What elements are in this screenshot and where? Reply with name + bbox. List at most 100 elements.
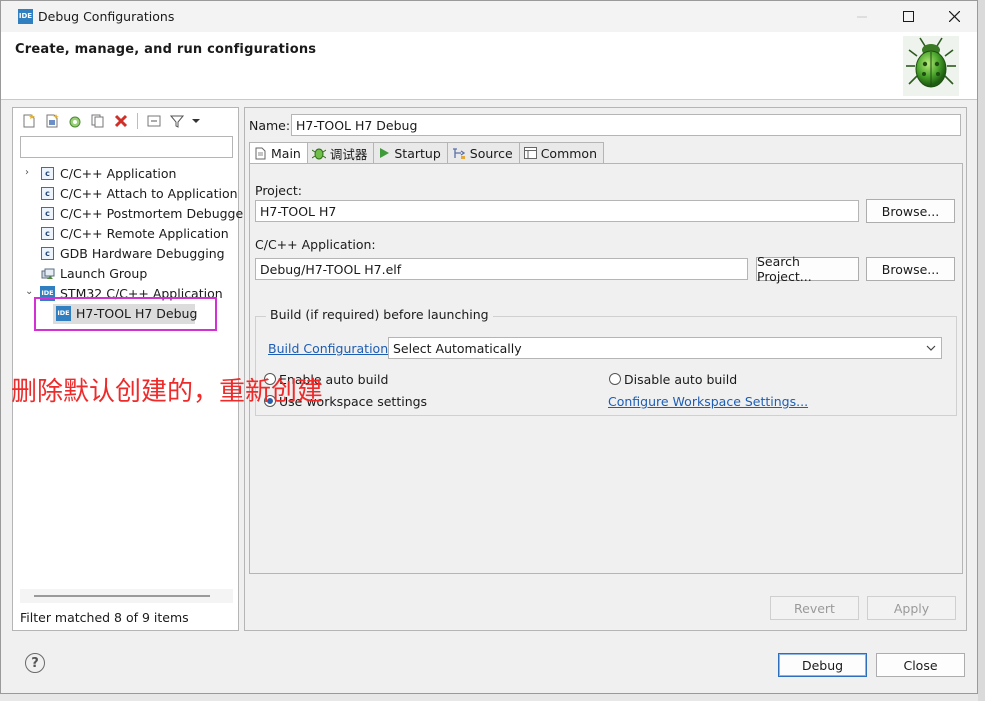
main-tab-icon (255, 147, 266, 160)
filter-input[interactable] (20, 136, 233, 158)
scrollbar-thumb[interactable] (34, 595, 210, 597)
tree-item-label: GDB Hardware Debugging (60, 246, 225, 261)
minimize-button[interactable] (839, 1, 885, 32)
tree-item-cpp-attach[interactable]: c C/C++ Attach to Application (13, 184, 238, 204)
editor-tabs: Main 调试器 Startup Source Common (249, 142, 605, 164)
tab-source[interactable]: Source (446, 142, 520, 163)
filter-status-text: Filter matched 8 of 9 items (20, 610, 189, 625)
c-icon: c (41, 167, 54, 180)
new-config-icon (23, 114, 35, 128)
build-configuration-select[interactable]: Select Automatically (388, 337, 942, 359)
disable-auto-build-label: Disable auto build (624, 372, 738, 387)
minimize-icon (857, 16, 867, 17)
dialog-header: Create, manage, and run configurations (1, 32, 977, 100)
debugger-icon (311, 148, 326, 159)
background-window-edge (978, 0, 985, 701)
chevron-down-icon (192, 119, 200, 123)
configure-workspace-settings-link[interactable]: Configure Workspace Settings... (608, 394, 808, 409)
tree-item-label: Launch Group (60, 266, 148, 281)
browse-application-button[interactable]: Browse... (866, 257, 955, 281)
close-button[interactable]: Close (876, 653, 965, 677)
tab-debugger[interactable]: 调试器 (306, 142, 375, 163)
tree-item-label: C/C++ Remote Application (60, 226, 229, 241)
close-icon (948, 11, 960, 22)
header-text: Create, manage, and run configurations (15, 42, 317, 57)
launch-group-icon (41, 268, 55, 279)
name-input[interactable]: H7-TOOL H7 Debug (291, 114, 961, 136)
configuration-list-panel: › c C/C++ Application c C/C++ Attach to … (12, 107, 243, 631)
startup-icon (380, 148, 390, 158)
chevron-right-icon[interactable]: › (25, 168, 35, 178)
cpp-application-input[interactable]: Debug/H7-TOOL H7.elf (255, 258, 748, 280)
tab-label: Startup (394, 145, 441, 161)
tab-startup[interactable]: Startup (373, 142, 448, 163)
tab-common[interactable]: Common (518, 142, 605, 163)
help-button[interactable]: ? (25, 653, 45, 673)
export-button[interactable] (65, 111, 85, 131)
title-bar: IDE Debug Configurations (1, 1, 977, 32)
tree-item-launch-group[interactable]: Launch Group (13, 264, 238, 284)
tab-label: Main (271, 146, 301, 161)
filter-menu-button[interactable] (190, 111, 202, 131)
common-icon (523, 147, 537, 159)
tree-item-label: C/C++ Application (60, 166, 177, 181)
cpp-application-label: C/C++ Application: (255, 237, 376, 252)
duplicate-icon (91, 114, 104, 128)
new-prototype-icon (46, 114, 59, 128)
collapse-all-icon (147, 115, 161, 127)
new-config-button[interactable] (19, 111, 39, 131)
tree-item-label: C/C++ Attach to Application (60, 186, 238, 201)
maximize-icon (902, 11, 914, 22)
build-before-launch-group: Build (if required) before launching Bui… (255, 307, 957, 416)
filter-button[interactable] (167, 111, 187, 131)
c-icon: c (41, 207, 54, 220)
delete-button[interactable] (111, 111, 131, 131)
browse-project-button[interactable]: Browse... (866, 199, 955, 223)
name-label: Name: (249, 118, 291, 133)
revert-button[interactable]: Revert (770, 596, 859, 620)
tree-item-cpp-application[interactable]: › c C/C++ Application (13, 164, 238, 184)
duplicate-button[interactable] (88, 111, 108, 131)
tab-label: 调试器 (329, 146, 368, 162)
maximize-button[interactable] (885, 1, 931, 32)
annotation-text: 删除默认创建的，重新创建 (11, 377, 324, 407)
search-project-button[interactable]: Search Project... (756, 254, 859, 284)
tree-item-gdb-hardware[interactable]: c GDB Hardware Debugging (13, 244, 238, 264)
source-icon (452, 147, 465, 159)
tab-main[interactable]: Main (249, 142, 308, 164)
chevron-down-icon[interactable]: ⌄ (25, 287, 35, 297)
config-toolbar (19, 111, 202, 131)
build-configuration-value: Select Automatically (393, 341, 522, 356)
window-title: Debug Configurations (38, 9, 175, 24)
project-input[interactable]: H7-TOOL H7 (255, 200, 859, 222)
main-tab-content: Project: H7-TOOL H7 Browse... C/C++ Appl… (249, 163, 963, 574)
close-window-button[interactable] (931, 1, 977, 32)
filter-icon (170, 115, 184, 128)
tab-label: Common (540, 145, 598, 161)
help-icon: ? (31, 655, 39, 671)
delete-icon (114, 114, 128, 128)
c-icon: c (41, 227, 54, 240)
build-group-title: Build (if required) before launching (266, 307, 493, 322)
tree-item-label: C/C++ Postmortem Debugge (60, 206, 244, 221)
selection-annotation-box (34, 297, 217, 331)
tree-item-cpp-remote[interactable]: c C/C++ Remote Application (13, 224, 238, 244)
apply-button[interactable]: Apply (867, 596, 956, 620)
configuration-editor-panel: Name: H7-TOOL H7 Debug Main 调试器 Startup … (244, 107, 967, 631)
build-configuration-link[interactable]: Build Configuration: (268, 341, 392, 356)
new-prototype-button[interactable] (42, 111, 62, 131)
debug-configurations-window: IDE Debug Configurations Create, manage,… (0, 0, 978, 694)
chevron-down-icon (926, 345, 936, 351)
bug-icon (903, 36, 959, 96)
export-icon (69, 116, 81, 128)
ide-app-icon: IDE (18, 9, 33, 24)
c-icon: c (41, 247, 54, 260)
collapse-all-button[interactable] (144, 111, 164, 131)
tree-item-cpp-postmortem[interactable]: c C/C++ Postmortem Debugge (13, 204, 243, 224)
tab-label: Source (469, 145, 513, 161)
project-label: Project: (255, 183, 302, 198)
disable-auto-build-radio[interactable] (609, 373, 621, 385)
tree-horizontal-scrollbar[interactable] (20, 589, 233, 603)
c-icon: c (41, 187, 54, 200)
debug-button[interactable]: Debug (778, 653, 867, 677)
